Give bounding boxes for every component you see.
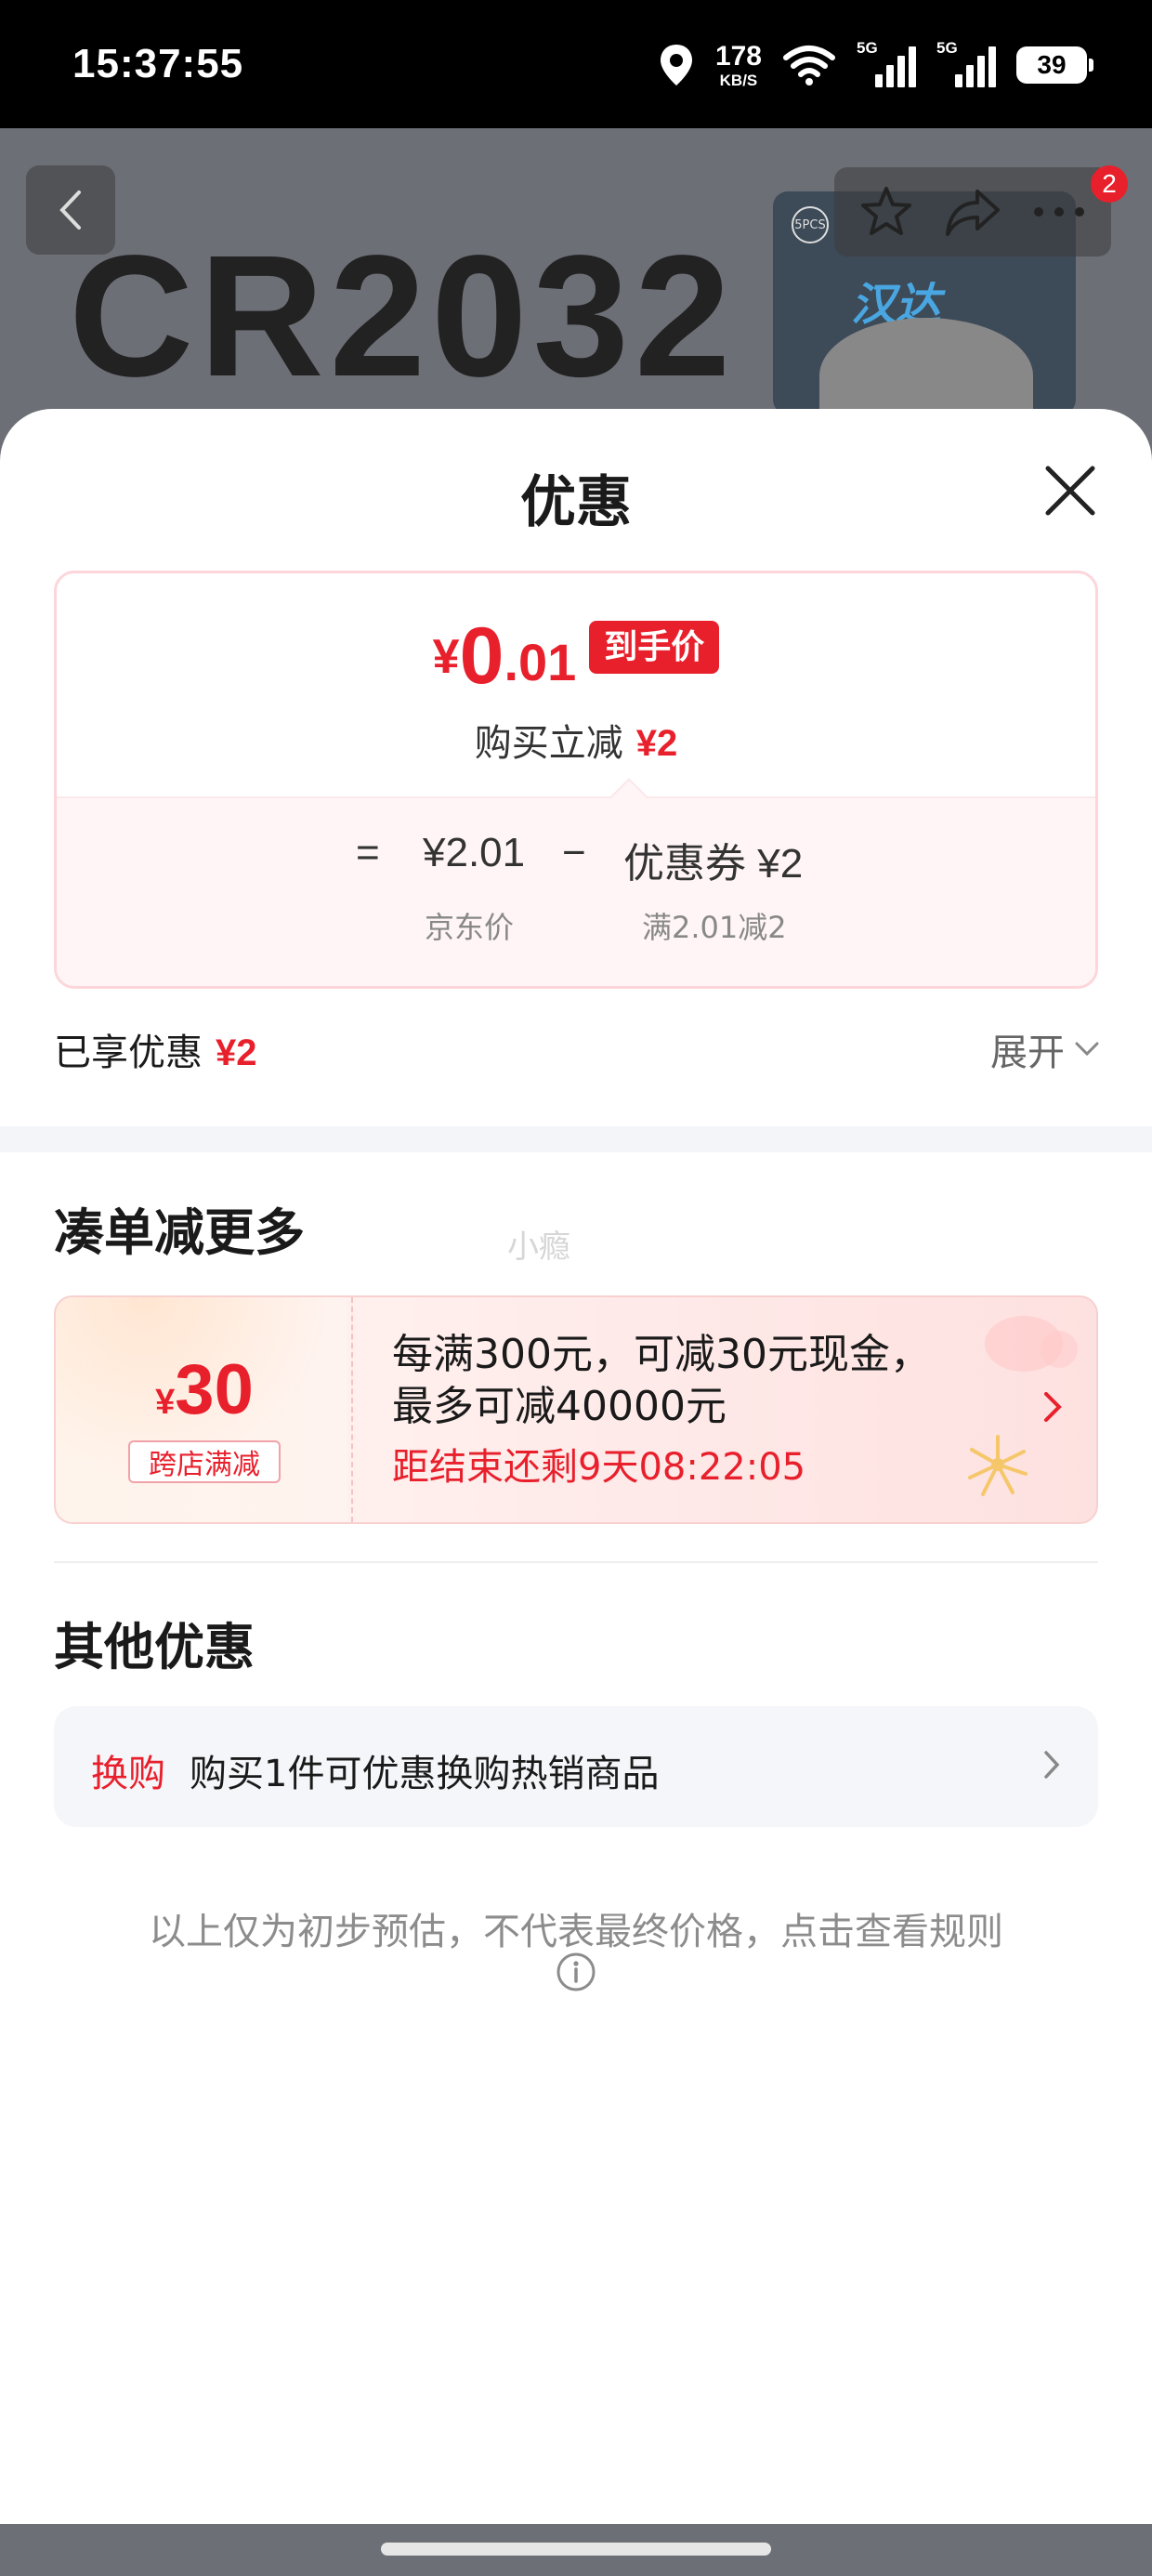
enjoyed-amount: ¥2: [216, 1032, 257, 1073]
coupon-amount: 优惠券 ¥2: [623, 841, 804, 887]
equals-sign: =: [356, 830, 380, 875]
section-title-other: 其他优惠: [54, 1618, 255, 1676]
exchange-offer-row[interactable]: 换购 购买1件可优惠换购热销商品: [54, 1706, 1098, 1827]
battery-icon: 39: [1016, 46, 1093, 84]
net-speed: 178 KB/S: [714, 40, 762, 89]
promo-description: 每满300元，可减30元现金， 最多可减40000元: [392, 1329, 1005, 1433]
instant-discount-label: 购买立减: [474, 722, 623, 765]
cross-store-promo-card[interactable]: ¥30 跨店满减 每满300元，可减30元现金， 最多可减40000元 距结束还…: [54, 1295, 1098, 1524]
signal-tag: 5G: [936, 39, 958, 57]
home-indicator[interactable]: [381, 2543, 771, 2556]
top-actions: [834, 167, 1111, 256]
back-button[interactable]: [26, 165, 115, 255]
promo-value: 30: [175, 1350, 254, 1429]
price-decimal: .01: [504, 633, 577, 691]
price-breakdown: = ¥2.01 − 优惠券 ¥2 京东价 满2.01减2: [57, 796, 1095, 986]
price-summary: ¥ 0 .01 到手价 购买立减 ¥2: [57, 573, 1095, 796]
decoration: [1041, 1331, 1078, 1368]
expand-button[interactable]: 展开: [990, 1022, 1100, 1076]
price-card: ¥ 0 .01 到手价 购买立减 ¥2 = ¥2.01 − 优惠券 ¥2 京东价 …: [54, 571, 1098, 989]
signal-tag: 5G: [857, 39, 878, 57]
expand-label: 展开: [990, 1032, 1065, 1074]
jd-price: ¥2.01: [423, 830, 526, 875]
price-formula: = ¥2.01 − 优惠券 ¥2: [57, 830, 1095, 887]
star-icon[interactable]: [858, 185, 914, 239]
watermark: 小瘾: [507, 1229, 570, 1266]
battery-level: 39: [1037, 50, 1067, 79]
sheet-title: 优惠: [520, 470, 632, 535]
chevron-down-icon: [1075, 1042, 1099, 1057]
promo-amount: ¥30: [56, 1349, 353, 1430]
enjoyed-discount: 已享优惠 ¥2: [54, 1022, 257, 1076]
section-divider: [0, 1126, 1152, 1152]
exchange-text: 购买1件可优惠换购热销商品: [190, 1753, 660, 1795]
location-icon: [660, 45, 692, 85]
chevron-left-icon: [59, 191, 81, 230]
instant-discount-amount: ¥2: [635, 723, 678, 764]
info-icon[interactable]: [556, 1952, 596, 1992]
wifi-icon: [783, 46, 835, 85]
discount-sheet: 优惠 ¥ 0 .01 到手价 购买立减 ¥2 = ¥2.01 − 优惠券 ¥2 京…: [0, 409, 1152, 2576]
chevron-right-icon: [1044, 1392, 1062, 1422]
cart-badge: 2: [1091, 165, 1128, 203]
net-speed-unit: KB/S: [719, 71, 758, 89]
jd-price-label: 京东价: [425, 910, 515, 945]
price-currency: ¥: [432, 630, 460, 684]
exchange-label: 换购: [91, 1753, 165, 1795]
share-icon[interactable]: [944, 186, 1001, 238]
status-bar: 15:37:55 178 KB/S 5G 5G 39: [0, 0, 1152, 128]
promo-desc-line1: 每满300元，可减30元现金，: [392, 1331, 931, 1378]
status-time: 15:37:55: [72, 41, 244, 86]
enjoyed-label: 已享优惠: [54, 1032, 203, 1074]
instant-discount: 购买立减 ¥2: [57, 713, 1095, 767]
promo-countdown: 距结束还剩9天08:22:05: [392, 1446, 806, 1489]
status-icons: 178 KB/S 5G 5G 39: [658, 37, 1093, 93]
more-icon[interactable]: [1031, 203, 1087, 221]
product-image-title: CR2032: [69, 220, 737, 413]
promo-type-tag: 跨店满减: [128, 1440, 281, 1483]
section-title-more: 凑单减更多: [54, 1203, 305, 1262]
final-price-tag: 到手价: [589, 620, 720, 674]
promo-currency: ¥: [155, 1383, 176, 1422]
final-price: ¥ 0 .01 到手价: [57, 616, 1095, 696]
close-icon[interactable]: [1041, 461, 1100, 520]
signal-5g-icon-2: 5G: [936, 39, 996, 87]
net-speed-value: 178: [714, 40, 762, 72]
pack-label: 5PCS: [792, 206, 829, 243]
price-integer: 0: [459, 611, 504, 701]
promo-desc-line2: 最多可减40000元: [392, 1383, 727, 1430]
signal-5g-icon-1: 5G: [857, 39, 916, 87]
chevron-right-icon: [1044, 1751, 1060, 1779]
minus-sign: −: [562, 830, 586, 875]
price-disclaimer-link[interactable]: 以上仅为初步预估，不代表最终价格，点击查看规则: [0, 1901, 1152, 1955]
divider: [54, 1561, 1098, 1563]
coupon-rule: 满2.01减2: [642, 910, 787, 945]
